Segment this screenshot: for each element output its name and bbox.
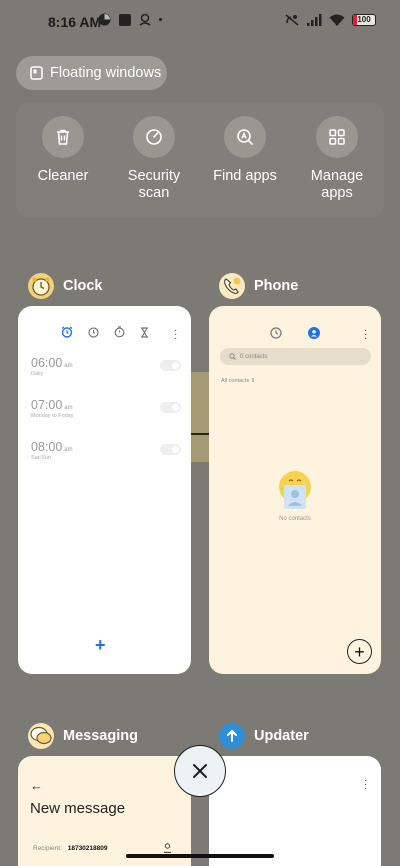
alarm-repeat: Monday to Friday xyxy=(31,413,74,419)
alarm-repeat: Sat-Sun xyxy=(31,455,51,461)
alarm-time: 06:00 xyxy=(31,356,63,370)
cleaner-button[interactable]: Cleaner xyxy=(21,116,105,185)
status-bar: 8:16 AM 100 xyxy=(0,0,400,44)
clock-app-header[interactable]: Clock xyxy=(28,273,103,299)
signal-icon xyxy=(307,13,322,26)
phone-more-icon[interactable]: · · · xyxy=(364,326,368,344)
contacts-tab-icon[interactable] xyxy=(308,327,320,339)
empty-contacts-text: No contacts xyxy=(279,516,311,522)
messaging-app-name: Messaging xyxy=(63,728,138,744)
floating-window-icon xyxy=(30,66,43,80)
empty-contacts-illustration xyxy=(276,470,314,514)
alarm-time: 08:00 xyxy=(31,440,63,454)
messaging-app-icon xyxy=(28,723,54,749)
alarm-time: 07:00 xyxy=(31,398,63,412)
add-contact-label: + xyxy=(354,641,365,662)
wifi-icon xyxy=(329,14,345,26)
clock-app-card[interactable]: · · · 06:00 am Daily 07:00 am Monday to Frid… xyxy=(18,306,191,674)
manage-apps-label: Manage apps xyxy=(310,168,364,201)
world-clock-tab-icon[interactable] xyxy=(88,326,99,338)
floating-windows-label: Floating windows xyxy=(50,65,162,81)
contacts-filter-label: All contacts xyxy=(221,378,250,384)
timer-tab-icon[interactable] xyxy=(140,326,149,338)
alarm-item[interactable]: 06:00 am Daily xyxy=(31,356,181,377)
find-apps-button[interactable]: Find apps xyxy=(203,116,287,185)
alarm-tab-icon[interactable] xyxy=(61,326,73,338)
add-alarm-button[interactable]: + xyxy=(95,635,106,656)
status-time: 8:16 AM xyxy=(48,14,102,30)
home-gesture-bar[interactable] xyxy=(126,854,274,858)
clock-app-name: Clock xyxy=(63,278,103,294)
recipient-label: Recipient: xyxy=(33,845,62,852)
security-scan-label: Security scan xyxy=(127,168,181,201)
alarm-ampm: am xyxy=(64,363,73,369)
grid-icon xyxy=(316,116,358,158)
phone-app-card[interactable]: · · · 0 contacts All contacts ⇕ No contact… xyxy=(209,306,381,674)
search-icon xyxy=(229,353,236,360)
messaging-app-card[interactable]: ← New message Recipient: 18730218809 xyxy=(18,756,191,866)
updater-app-icon xyxy=(219,723,245,749)
contacts-search-field[interactable]: 0 contacts xyxy=(220,348,371,365)
battery-level: 100 xyxy=(357,15,371,24)
contacts-search-placeholder: 0 contacts xyxy=(240,353,268,360)
phone-tabs xyxy=(270,327,320,339)
alarm-item[interactable]: 08:00 am Sat-Sun xyxy=(31,440,181,461)
alarm-toggle[interactable] xyxy=(160,402,181,413)
recipient-row[interactable]: Recipient: 18730218809 xyxy=(33,845,107,852)
find-apps-label: Find apps xyxy=(213,168,277,184)
security-scan-button[interactable]: Security scan xyxy=(112,116,196,202)
add-contact-button[interactable]: + xyxy=(347,639,372,664)
clock-tabs xyxy=(61,326,149,338)
location-person-icon xyxy=(139,13,151,26)
alarm-item[interactable]: 07:00 am Monday to Friday xyxy=(31,398,181,419)
add-recipient-person-icon[interactable] xyxy=(163,843,172,853)
more-notifications-dot-icon xyxy=(159,18,162,21)
background-app-sliver xyxy=(191,372,209,462)
sort-arrows-icon: ⇕ xyxy=(250,378,256,384)
alarm-toggle[interactable] xyxy=(160,444,181,455)
updater-app-card[interactable]: · · · xyxy=(209,756,381,866)
alarm-repeat: Daily xyxy=(31,371,44,377)
search-a-icon xyxy=(224,116,266,158)
phone-app-icon xyxy=(219,273,245,299)
updater-app-header[interactable]: Updater xyxy=(219,723,309,749)
phone-app-header[interactable]: Phone xyxy=(219,273,298,299)
pinwheel-icon xyxy=(98,13,111,26)
manage-apps-button[interactable]: Manage apps xyxy=(295,116,379,202)
cleaner-label: Cleaner xyxy=(37,168,89,184)
recents-tab-icon[interactable] xyxy=(270,327,282,339)
floating-windows-button[interactable]: Floating windows xyxy=(16,56,167,90)
clock-more-icon[interactable]: · · · xyxy=(174,326,178,344)
updater-more-icon[interactable]: · · · xyxy=(364,776,368,794)
battery-icon: 100 xyxy=(352,13,376,26)
phone-app-name: Phone xyxy=(254,278,299,294)
close-icon xyxy=(193,764,207,778)
messaging-app-header[interactable]: Messaging xyxy=(28,723,138,749)
app-square-icon xyxy=(119,13,131,26)
clock-app-icon xyxy=(28,273,54,299)
alarm-ampm: am xyxy=(64,447,73,453)
trash-icon xyxy=(42,116,84,158)
wifi-calling-off-icon xyxy=(285,14,299,26)
gauge-icon xyxy=(133,116,175,158)
recipient-value: 18730218809 xyxy=(67,845,108,852)
new-message-title: New message xyxy=(30,800,126,817)
alarm-ampm: am xyxy=(64,405,73,411)
updater-app-name: Updater xyxy=(254,728,309,744)
quick-tools-panel: Cleaner Security scan Find apps Manage a… xyxy=(16,102,384,218)
clear-all-button[interactable] xyxy=(174,745,226,797)
status-notification-icons xyxy=(98,13,162,26)
contacts-filter-dropdown[interactable]: All contacts ⇕ xyxy=(221,378,255,384)
status-system-icons: 100 xyxy=(284,13,376,26)
alarm-toggle[interactable] xyxy=(160,360,181,371)
stopwatch-tab-icon[interactable] xyxy=(114,326,125,338)
back-arrow-icon[interactable]: ← xyxy=(30,778,43,793)
